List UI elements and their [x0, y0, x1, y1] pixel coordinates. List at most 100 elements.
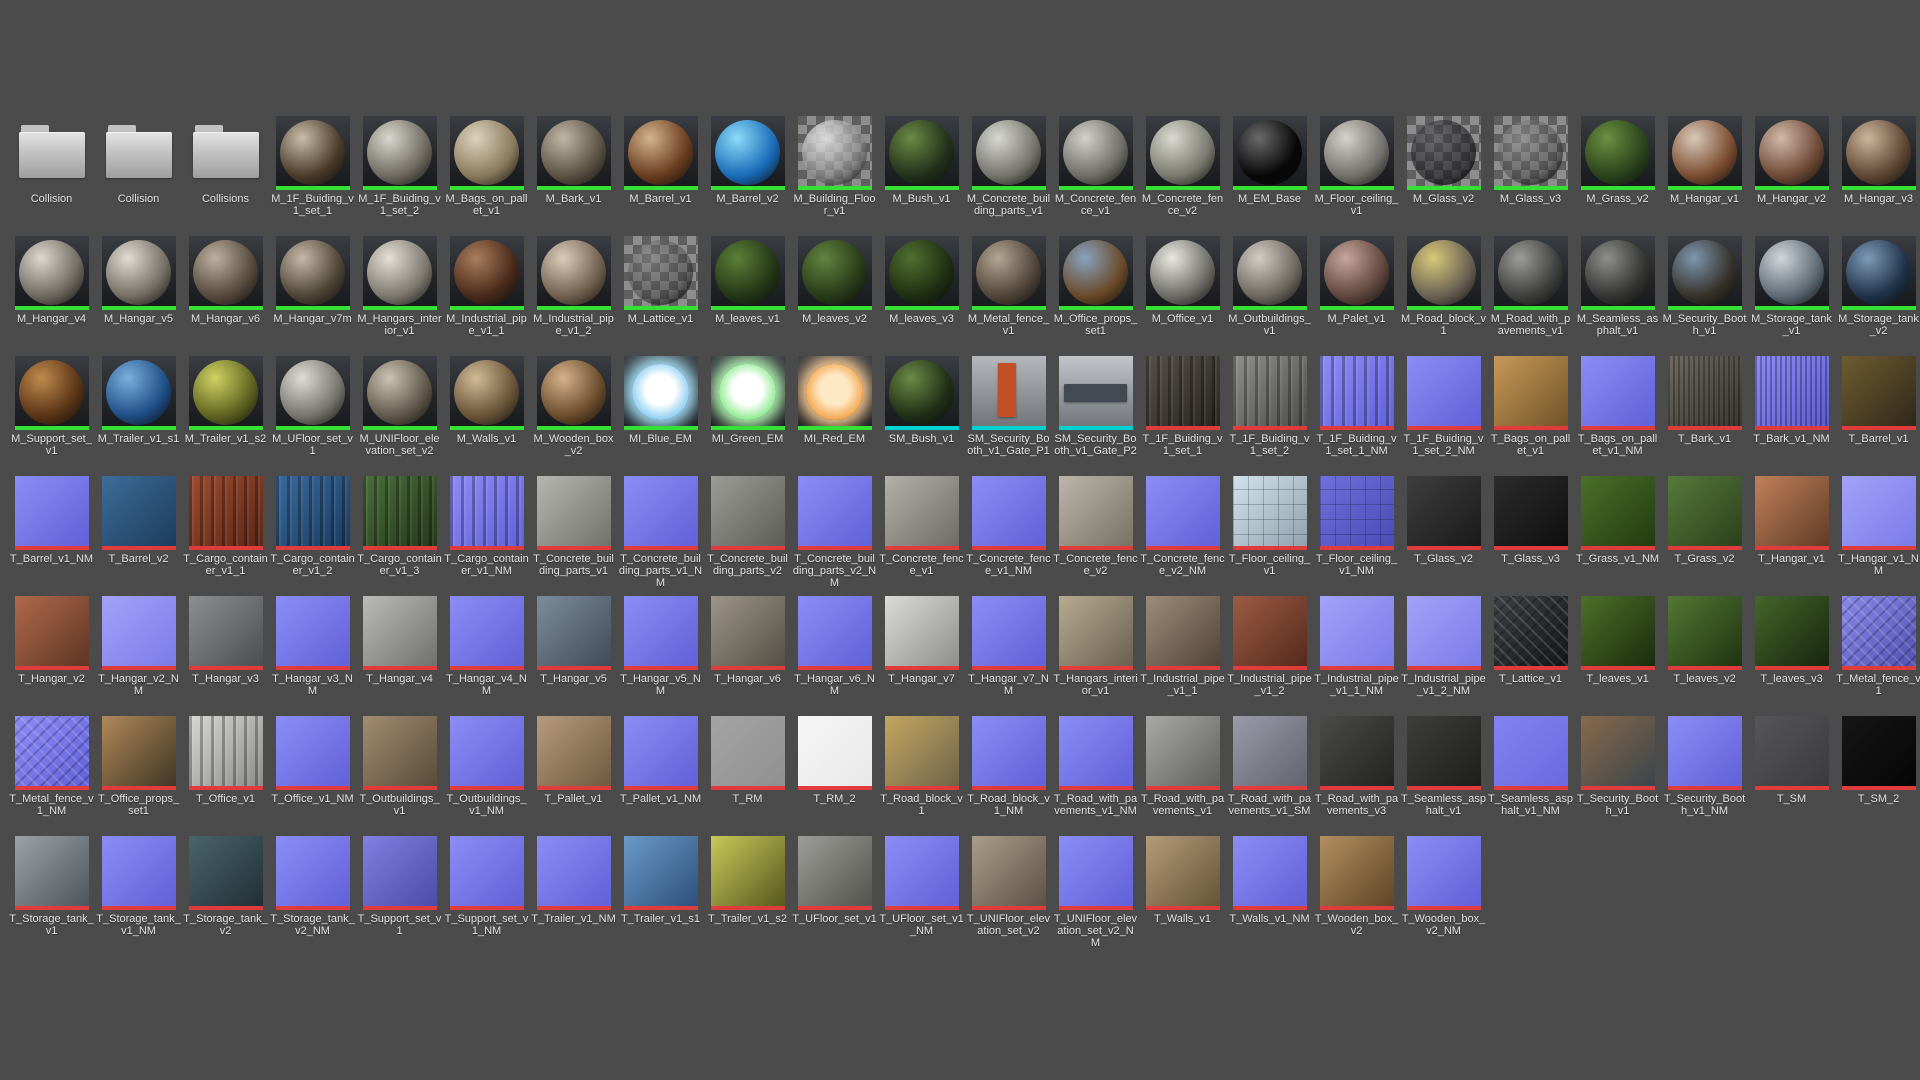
asset-tile[interactable]: T_Pallet_v1 [530, 716, 617, 805]
asset-tile[interactable]: T_Storage_tank_v1 [8, 836, 95, 937]
asset-tile[interactable]: T_Trailer_v1_s2 [704, 836, 791, 925]
asset-tile[interactable]: T_Bags_on_pallet_v1 [1487, 356, 1574, 457]
asset-tile[interactable]: M_Barrel_v2 [704, 116, 791, 205]
asset-tile[interactable]: T_Grass_v2 [1661, 476, 1748, 565]
asset-tile[interactable]: T_Storage_tank_v2 [182, 836, 269, 937]
asset-tile[interactable]: T_UFloor_set_v1_NM [878, 836, 965, 937]
asset-tile[interactable]: T_Glass_v2 [1400, 476, 1487, 565]
asset-tile[interactable]: T_1F_Buiding_v1_set_2_NM [1400, 356, 1487, 457]
asset-tile[interactable]: T_Concrete_building_parts_v1_NM [617, 476, 704, 589]
asset-tile[interactable]: M_Building_Floor_v1 [791, 116, 878, 217]
asset-tile[interactable]: T_Wooden_box_v2 [1313, 836, 1400, 937]
asset-tile[interactable]: T_Storage_tank_v1_NM [95, 836, 182, 937]
asset-tile[interactable]: T_Floor_ceiling_v1_NM [1313, 476, 1400, 577]
asset-tile[interactable]: T_Concrete_building_parts_v1 [530, 476, 617, 577]
asset-tile[interactable]: T_Pallet_v1_NM [617, 716, 704, 805]
asset-tile[interactable]: T_Concrete_building_parts_v2_NM [791, 476, 878, 589]
asset-tile[interactable]: T_Concrete_fence_v1_NM [965, 476, 1052, 577]
asset-tile[interactable]: T_Barrel_v1 [1835, 356, 1920, 445]
asset-tile[interactable]: M_Office_v1 [1139, 236, 1226, 325]
asset-tile[interactable]: M_Bush_v1 [878, 116, 965, 205]
asset-tile[interactable]: T_Road_block_v1_NM [965, 716, 1052, 817]
asset-tile[interactable]: M_Storage_tank_v2 [1835, 236, 1920, 337]
asset-tile[interactable]: T_Hangar_v2 [8, 596, 95, 685]
asset-tile[interactable]: T_RM_2 [791, 716, 878, 805]
asset-tile[interactable]: T_Road_with_pavements_v1_SM [1226, 716, 1313, 817]
asset-tile[interactable]: T_Security_Booth_v1_NM [1661, 716, 1748, 817]
asset-tile[interactable]: T_UNIFloor_elevation_set_v2_NM [1052, 836, 1139, 949]
asset-tile[interactable]: T_Cargo_container_v1_3 [356, 476, 443, 577]
asset-tile[interactable]: M_leaves_v2 [791, 236, 878, 325]
asset-tile[interactable]: T_Road_with_pavements_v1 [1139, 716, 1226, 817]
asset-tile[interactable]: T_Metal_fence_v1_NM [8, 716, 95, 817]
asset-tile[interactable]: T_Barrel_v1_NM [8, 476, 95, 565]
asset-tile[interactable]: M_Hangar_v1 [1661, 116, 1748, 205]
asset-tile[interactable]: M_Trailer_v1_s1 [95, 356, 182, 445]
asset-tile[interactable]: M_EM_Base [1226, 116, 1313, 205]
asset-tile[interactable]: T_Road_with_pavements_v1_NM [1052, 716, 1139, 817]
asset-tile[interactable]: T_Cargo_container_v1_NM [443, 476, 530, 577]
asset-tile[interactable]: T_Concrete_building_parts_v2 [704, 476, 791, 577]
asset-tile[interactable]: T_Concrete_fence_v1 [878, 476, 965, 577]
asset-tile[interactable]: T_Road_block_v1 [878, 716, 965, 817]
asset-tile[interactable]: M_Hangar_v6 [182, 236, 269, 325]
asset-tile[interactable]: T_leaves_v2 [1661, 596, 1748, 685]
asset-tile[interactable]: M_Hangars_interior_v1 [356, 236, 443, 337]
asset-tile[interactable]: T_1F_Buiding_v1_set_1 [1139, 356, 1226, 457]
asset-tile[interactable]: T_Hangar_v5 [530, 596, 617, 685]
asset-tile[interactable]: T_Glass_v3 [1487, 476, 1574, 565]
asset-tile[interactable]: M_Grass_v2 [1574, 116, 1661, 205]
asset-tile[interactable]: T_Hangar_v5_NM [617, 596, 704, 697]
asset-tile[interactable]: T_1F_Buiding_v1_set_1_NM [1313, 356, 1400, 457]
asset-tile[interactable]: M_Metal_fence_v1 [965, 236, 1052, 337]
asset-tile[interactable]: T_Office_props_set1 [95, 716, 182, 817]
asset-tile[interactable]: T_Concrete_fence_v2_NM [1139, 476, 1226, 577]
asset-tile[interactable]: T_Walls_v1_NM [1226, 836, 1313, 925]
asset-tile[interactable]: T_Walls_v1 [1139, 836, 1226, 925]
asset-tile[interactable]: T_Hangar_v7_NM [965, 596, 1052, 697]
folder-tile[interactable]: Collision [95, 116, 182, 205]
asset-tile[interactable]: M_Hangar_v7m [269, 236, 356, 325]
asset-tile[interactable]: T_Support_set_v1_NM [443, 836, 530, 937]
asset-tile[interactable]: M_Industrial_pipe_v1_2 [530, 236, 617, 337]
asset-tile[interactable]: T_Concrete_fence_v2 [1052, 476, 1139, 577]
asset-tile[interactable]: M_Security_Booth_v1 [1661, 236, 1748, 337]
asset-tile[interactable]: M_Office_props_set1 [1052, 236, 1139, 337]
asset-tile[interactable]: M_Lattice_v1 [617, 236, 704, 325]
asset-tile[interactable]: T_Trailer_v1_s1 [617, 836, 704, 925]
asset-tile[interactable]: M_Trailer_v1_s2 [182, 356, 269, 445]
asset-tile[interactable]: M_UNIFloor_elevation_set_v2 [356, 356, 443, 457]
asset-tile[interactable]: T_Floor_ceiling_v1 [1226, 476, 1313, 577]
asset-tile[interactable]: T_Hangar_v4 [356, 596, 443, 685]
asset-tile[interactable]: M_Concrete_fence_v1 [1052, 116, 1139, 217]
asset-tile[interactable]: T_Grass_v1_NM [1574, 476, 1661, 565]
asset-tile[interactable]: T_Bags_on_pallet_v1_NM [1574, 356, 1661, 457]
asset-tile[interactable]: M_Hangar_v2 [1748, 116, 1835, 205]
asset-tile[interactable]: SM_Security_Booth_v1_Gate_P2 [1052, 356, 1139, 457]
asset-tile[interactable]: T_Metal_fence_v1 [1835, 596, 1920, 697]
asset-tile[interactable]: T_Seamless_asphalt_v1 [1400, 716, 1487, 817]
asset-tile[interactable]: M_Hangar_v3 [1835, 116, 1920, 205]
asset-tile[interactable]: T_SM [1748, 716, 1835, 805]
asset-tile[interactable]: M_leaves_v1 [704, 236, 791, 325]
asset-tile[interactable]: T_Hangars_interior_v1 [1052, 596, 1139, 697]
asset-tile[interactable]: T_Hangar_v2_NM [95, 596, 182, 697]
asset-tile[interactable]: T_Support_set_v1 [356, 836, 443, 937]
asset-tile[interactable]: T_UFloor_set_v1 [791, 836, 878, 925]
asset-tile[interactable]: T_Barrel_v2 [95, 476, 182, 565]
asset-tile[interactable]: T_Storage_tank_v2_NM [269, 836, 356, 937]
asset-tile[interactable]: M_1F_Buiding_v1_set_1 [269, 116, 356, 217]
asset-tile[interactable]: T_Hangar_v6_NM [791, 596, 878, 697]
asset-tile[interactable]: T_Office_v1_NM [269, 716, 356, 805]
asset-tile[interactable]: SM_Security_Booth_v1_Gate_P1 [965, 356, 1052, 457]
asset-tile[interactable]: T_Wooden_box_v2_NM [1400, 836, 1487, 937]
asset-tile[interactable]: T_Hangar_v1_NM [1835, 476, 1920, 577]
asset-tile[interactable]: T_Bark_v1 [1661, 356, 1748, 445]
asset-tile[interactable]: M_Concrete_building_parts_v1 [965, 116, 1052, 217]
asset-tile[interactable]: T_Lattice_v1 [1487, 596, 1574, 685]
asset-tile[interactable]: T_Road_with_pavements_v3 [1313, 716, 1400, 817]
asset-tile[interactable]: T_Industrial_pipe_v1_2_NM [1400, 596, 1487, 697]
asset-tile[interactable]: T_Cargo_container_v1_2 [269, 476, 356, 577]
asset-tile[interactable]: T_Industrial_pipe_v1_1_NM [1313, 596, 1400, 697]
asset-grid[interactable]: Collision Collision Collisions M_1F_Buid… [8, 116, 1920, 956]
